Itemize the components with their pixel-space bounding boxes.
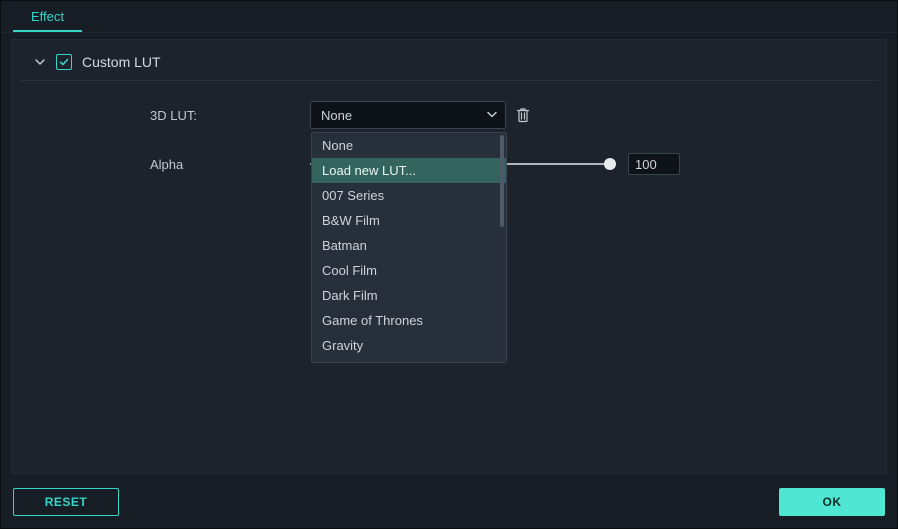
lut-option[interactable]: Batman: [312, 233, 506, 258]
alpha-slider-handle[interactable]: [604, 158, 616, 170]
ok-button[interactable]: OK: [779, 488, 885, 516]
row-3dlut: 3D LUT: None NoneLoad new LUT...007 Seri…: [22, 101, 876, 129]
tab-effect[interactable]: Effect: [13, 1, 82, 32]
delete-lut-button[interactable]: [516, 107, 530, 123]
control-3dlut: None NoneLoad new LUT...007 SeriesB&W Fi…: [310, 101, 530, 129]
lut-option[interactable]: Dark Film: [312, 283, 506, 308]
label-3dlut: 3D LUT:: [22, 108, 310, 123]
lut-option[interactable]: Game of Thrones: [312, 308, 506, 333]
lut-option[interactable]: Gravity: [312, 333, 506, 358]
section-header: Custom LUT: [20, 40, 878, 81]
collapse-toggle[interactable]: [34, 56, 46, 68]
lut-option[interactable]: Cool Film: [312, 258, 506, 283]
dropdown-scrollbar[interactable]: [500, 135, 504, 227]
lut-option[interactable]: B&W Film: [312, 208, 506, 233]
section-body: 3D LUT: None NoneLoad new LUT...007 Seri…: [12, 81, 886, 473]
label-alpha: Alpha: [22, 157, 310, 172]
effect-panel: Custom LUT 3D LUT: None NoneLoad new LUT…: [11, 39, 887, 474]
dialog-footer: RESET OK: [1, 480, 897, 528]
tab-bar: Effect: [1, 1, 897, 33]
lut-select[interactable]: None NoneLoad new LUT...007 SeriesB&W Fi…: [310, 101, 506, 129]
lut-option[interactable]: None: [312, 133, 506, 158]
enable-checkbox[interactable]: [56, 54, 72, 70]
reset-button[interactable]: RESET: [13, 488, 119, 516]
lut-select-value: None: [321, 108, 352, 123]
chevron-down-icon: [487, 108, 497, 123]
lut-option[interactable]: Load new LUT...: [312, 158, 506, 183]
alpha-value-input[interactable]: 100: [628, 153, 680, 175]
lut-dropdown[interactable]: NoneLoad new LUT...007 SeriesB&W FilmBat…: [311, 132, 507, 363]
lut-option[interactable]: 007 Series: [312, 183, 506, 208]
effects-dialog: Effect Custom LUT 3D LUT: None: [0, 0, 898, 529]
section-title: Custom LUT: [82, 54, 161, 70]
